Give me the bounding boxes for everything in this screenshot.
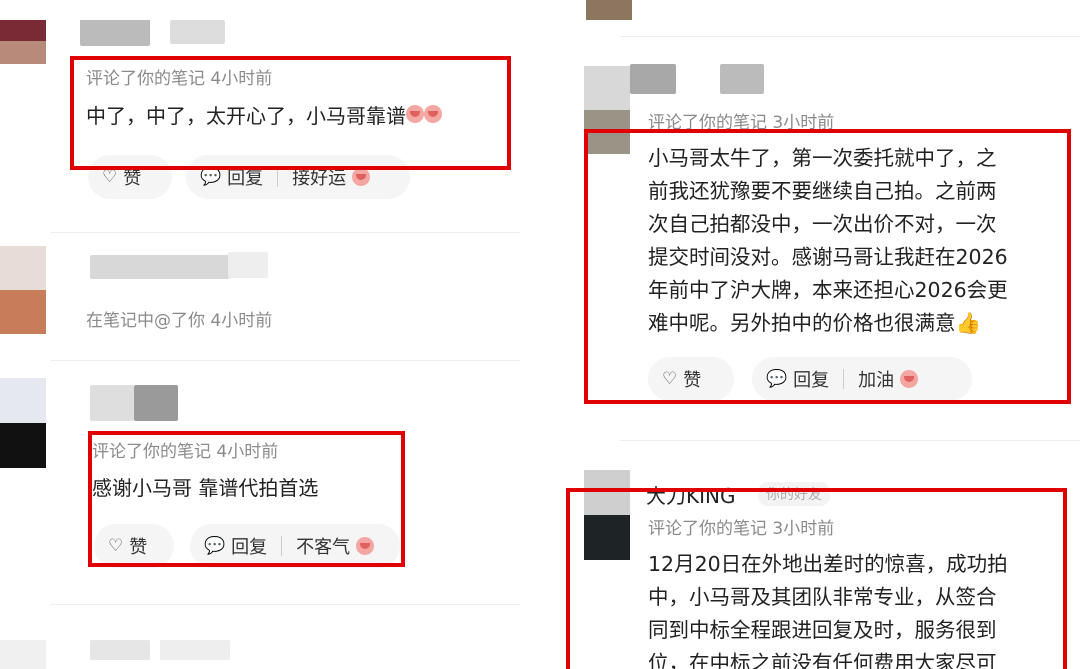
divider — [50, 232, 520, 233]
heart-icon: ♡ — [102, 167, 118, 187]
reply-pill[interactable]: 💬 回复 不客气 — [190, 524, 400, 568]
peach-emoji-icon — [900, 370, 919, 388]
like-button[interactable]: ♡ 赞 — [648, 357, 734, 401]
quick-reply-button[interactable]: 加油 — [844, 366, 932, 392]
panel-gap — [540, 0, 560, 669]
avatar[interactable] — [0, 640, 46, 669]
peach-emoji-icon — [424, 105, 442, 123]
heart-icon: ♡ — [108, 536, 124, 556]
comment-text: 小马哥太牛了，第一次委托就中了，之 前我还犹豫要不要继续自己拍。之前两 次自己拍… — [648, 146, 1008, 335]
tag-redacted — [228, 252, 268, 278]
username-redacted — [90, 255, 230, 279]
quick-reply-button[interactable]: 接好运 — [278, 164, 384, 190]
reply-button[interactable]: 💬 回复 — [186, 164, 277, 190]
comment-meta: 在笔记中@了你 4小时前 — [86, 311, 273, 331]
username-redacted — [630, 64, 676, 94]
tag-redacted — [720, 64, 764, 94]
username-redacted — [80, 18, 150, 46]
comment-meta: 评论了你的笔记 4小时前 — [86, 69, 273, 89]
peach-emoji-icon — [406, 105, 424, 123]
divider — [620, 440, 1080, 441]
comment-text: 中了，中了，太开心了，小马哥靠谱 — [86, 100, 442, 133]
reply-pill[interactable]: 💬 回复 加油 — [752, 357, 972, 401]
tag-redacted — [170, 20, 225, 44]
username-redacted — [134, 385, 178, 421]
username-redacted — [90, 640, 150, 660]
left-screenshot-panel: 评论了你的笔记 4小时前 中了，中了，太开心了，小马哥靠谱 ♡ 赞 💬 回复 接好运… — [0, 0, 540, 669]
comment-meta: 评论了你的笔记 3小时前 — [648, 519, 835, 539]
chat-bubble-icon: 💬 — [204, 536, 226, 556]
peach-emoji-icon — [356, 537, 375, 555]
like-button[interactable]: ♡ 赞 — [88, 155, 172, 199]
username[interactable]: 大刀KING — [646, 480, 735, 509]
avatar[interactable] — [0, 18, 46, 64]
like-button[interactable]: ♡ 赞 — [94, 524, 174, 568]
comment-text: 12月20日在外地出差时的惊喜，成功拍 中，小马哥及其团队非常专业，从签合 同到… — [648, 552, 1008, 669]
comment-text: 感谢小马哥 靠谱代拍首选 — [92, 476, 319, 500]
right-screenshot-panel: 评论了你的笔记 3小时前 小马哥太牛了，第一次委托就中了，之 前我还犹豫要不要继… — [560, 0, 1080, 669]
chat-bubble-icon: 💬 — [766, 369, 788, 389]
avatar[interactable] — [0, 378, 46, 468]
avatar[interactable] — [0, 246, 46, 334]
divider — [50, 360, 520, 361]
friend-badge: 你的好友 — [758, 482, 830, 506]
avatar[interactable] — [586, 0, 632, 20]
comment-meta: 评论了你的笔记 3小时前 — [648, 113, 835, 133]
username-redacted — [90, 385, 134, 421]
avatar[interactable] — [584, 470, 630, 560]
quick-reply-button[interactable]: 不客气 — [282, 533, 388, 559]
chat-bubble-icon: 💬 — [200, 167, 222, 187]
reply-button[interactable]: 💬 回复 — [752, 366, 843, 392]
avatar[interactable] — [584, 66, 630, 154]
divider — [620, 36, 1080, 37]
divider — [50, 604, 520, 605]
peach-emoji-icon — [352, 168, 371, 186]
comment-meta: 评论了你的笔记 4小时前 — [92, 442, 279, 462]
heart-icon: ♡ — [662, 369, 678, 389]
reply-pill[interactable]: 💬 回复 接好运 — [186, 155, 410, 199]
reply-button[interactable]: 💬 回复 — [190, 533, 281, 559]
tag-redacted — [160, 640, 230, 660]
